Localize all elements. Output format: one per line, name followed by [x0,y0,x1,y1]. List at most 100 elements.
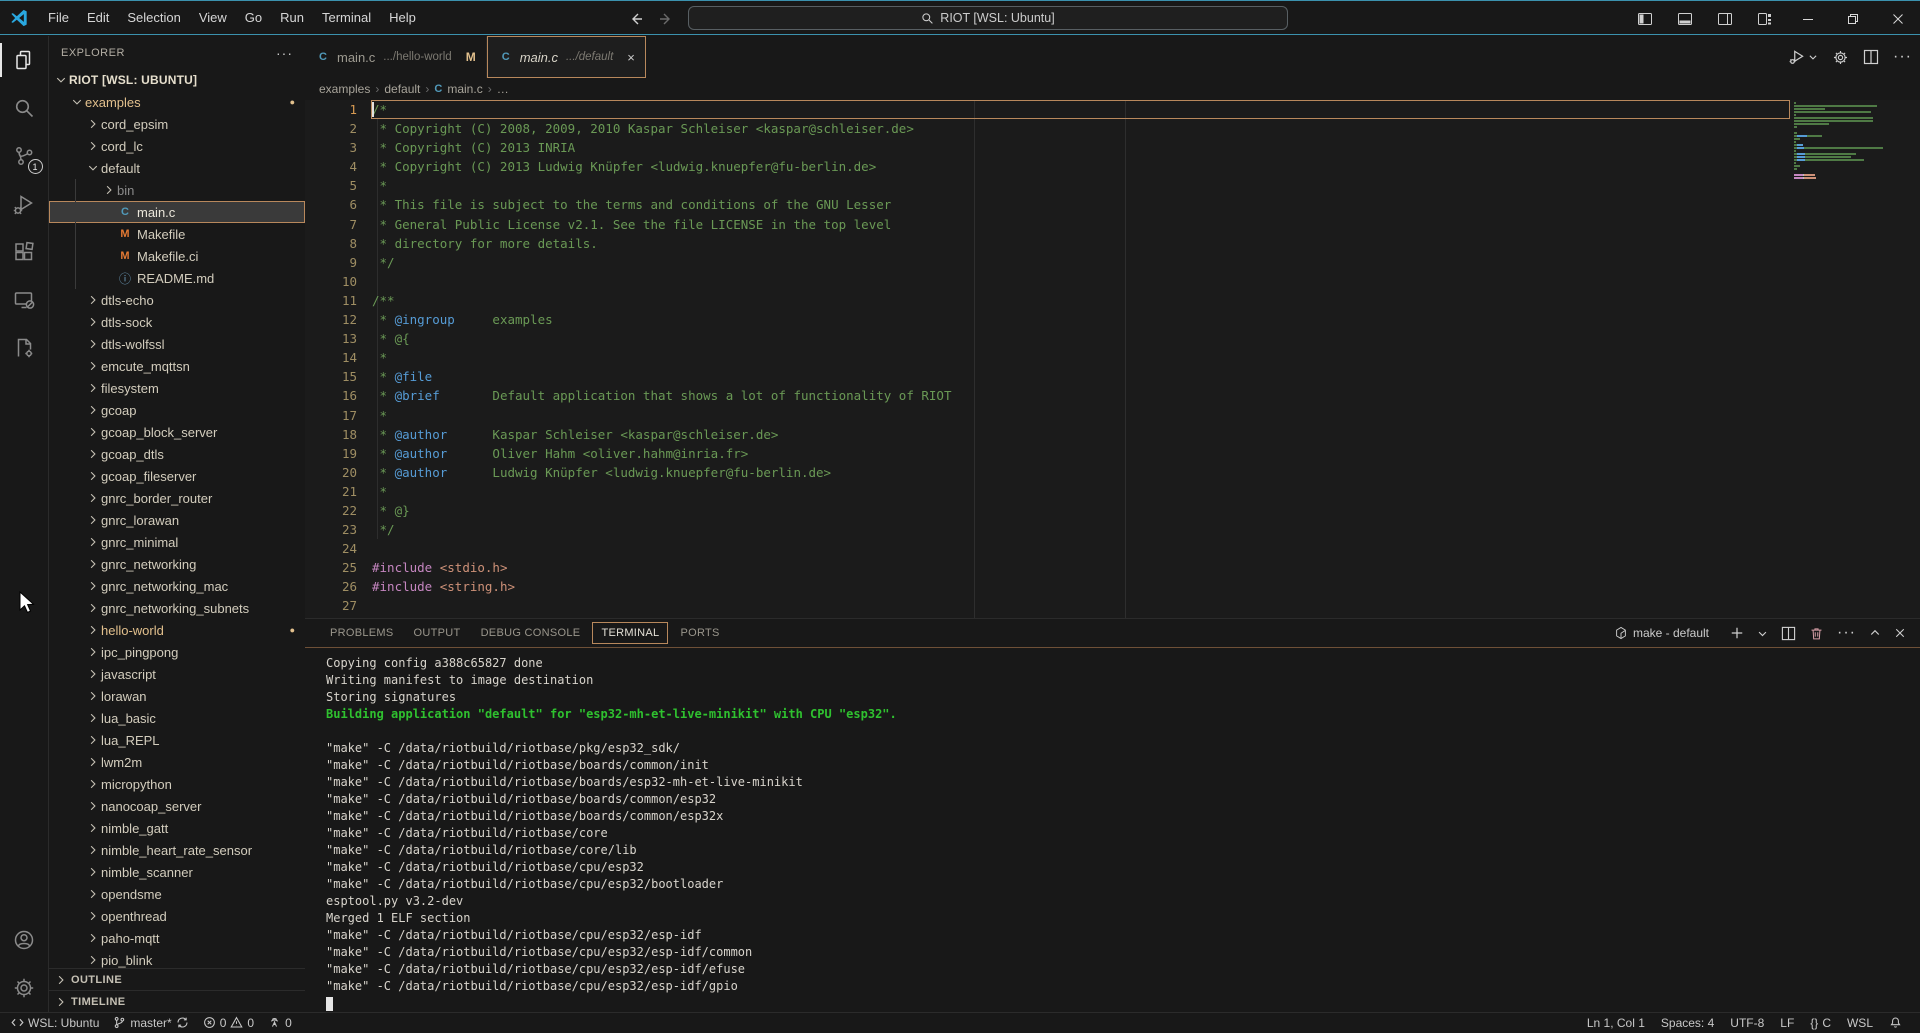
panel-tab-output[interactable]: OUTPUT [406,623,469,643]
activity-search[interactable] [0,84,49,132]
menubar-item-go[interactable]: Go [236,5,271,31]
tree-item-examples[interactable]: examples● [49,91,305,113]
gear-icon[interactable] [1832,49,1849,66]
tree-item-cord_lc[interactable]: cord_lc [49,135,305,157]
activity-settings[interactable] [0,964,49,1012]
problems-status[interactable]: 0 0 [196,1013,261,1033]
breadcrumb-item-default[interactable]: default [384,82,420,96]
indentation-status[interactable]: Spaces: 4 [1653,1013,1722,1033]
remote-indicator[interactable]: WSL: Ubuntu [4,1013,106,1033]
tab-main-c-default[interactable]: C main.c .../default × [487,36,646,78]
tree-item-lorawan[interactable]: lorawan [49,685,305,707]
tree-item-main.c[interactable]: Cmain.c [49,201,305,223]
chevron-down-icon[interactable] [1757,628,1768,639]
activity-run-debug[interactable] [0,180,49,228]
menubar-item-help[interactable]: Help [380,5,425,31]
tree-item-bin[interactable]: bin [49,179,305,201]
panel-tab-terminal[interactable]: TERMINAL [592,622,668,644]
tree-item-gnrc_lorawan[interactable]: gnrc_lorawan [49,509,305,531]
eol-status[interactable]: LF [1772,1013,1802,1033]
window-restore-button[interactable] [1830,1,1875,36]
outline-section-header[interactable]: OUTLINE [49,968,305,990]
cursor-position[interactable]: Ln 1, Col 1 [1579,1013,1653,1033]
timeline-section-header[interactable]: TIMELINE [49,990,305,1012]
tab-main-c-hello-world[interactable]: C main.c .../hello-world M [305,36,487,78]
code-editor[interactable]: 1234567891011121314151617181920212223242… [305,100,1920,618]
tree-item-openthread[interactable]: openthread [49,905,305,927]
panel-more-actions-icon[interactable]: ··· [1837,624,1856,642]
tree-item-hello-world[interactable]: hello-world● [49,619,305,641]
split-terminal-icon[interactable] [1781,626,1796,641]
menubar-item-view[interactable]: View [190,5,236,31]
tree-item-dtls-echo[interactable]: dtls-echo [49,289,305,311]
menubar-item-file[interactable]: File [39,5,78,31]
maximize-panel-icon[interactable] [1869,627,1881,639]
command-center[interactable]: RIOT [WSL: Ubuntu] [688,6,1288,30]
notifications-bell[interactable] [1881,1013,1910,1033]
tree-item-default[interactable]: default [49,157,305,179]
close-panel-icon[interactable] [1894,627,1906,639]
tree-item-gcoap_fileserver[interactable]: gcoap_fileserver [49,465,305,487]
more-actions-icon[interactable]: ··· [1893,48,1912,66]
terminal-instance[interactable]: make - default [1614,626,1709,640]
tree-item-gcoap_block_server[interactable]: gcoap_block_server [49,421,305,443]
tree-item-lwm2m[interactable]: lwm2m [49,751,305,773]
tree-item-RIOT [WSL: UBUNTU][interactable]: RIOT [WSL: UBUNTU] [49,69,305,91]
breadcrumb-item-examples[interactable]: examples [319,82,370,96]
explorer-more-icon[interactable]: ··· [276,45,293,61]
terminal-output[interactable]: Copying config a388c65827 doneWriting ma… [305,649,1920,1012]
tree-item-gcoap_dtls[interactable]: gcoap_dtls [49,443,305,465]
split-editor-icon[interactable] [1863,49,1879,65]
branch-status[interactable]: master* [106,1013,195,1033]
tree-item-dtls-sock[interactable]: dtls-sock [49,311,305,333]
panel-tab-ports[interactable]: PORTS [672,623,727,643]
tree-item-Makefile.ci[interactable]: MMakefile.ci [49,245,305,267]
tree-item-ipc_pingpong[interactable]: ipc_pingpong [49,641,305,663]
menubar-item-edit[interactable]: Edit [78,5,118,31]
tree-item-gnrc_networking[interactable]: gnrc_networking [49,553,305,575]
menubar-item-selection[interactable]: Selection [118,5,189,31]
encoding-status[interactable]: UTF-8 [1722,1013,1772,1033]
kill-terminal-icon[interactable] [1809,626,1824,641]
tree-item-paho-mqtt[interactable]: paho-mqtt [49,927,305,949]
breadcrumb-item--[interactable]: … [497,82,509,96]
new-terminal-icon[interactable] [1730,626,1744,640]
tree-item-lua_basic[interactable]: lua_basic [49,707,305,729]
toggle-secondary-sidebar-icon[interactable] [1705,1,1745,36]
tree-item-nimble_gatt[interactable]: nimble_gatt [49,817,305,839]
breadcrumb-item-main-c[interactable]: Cmain.c [434,82,482,96]
tree-item-README.md[interactable]: ⓘREADME.md [49,267,305,289]
nav-forward-icon[interactable] [658,11,674,27]
customize-layout-icon[interactable] [1745,1,1785,36]
activity-remote-explorer[interactable] [0,276,49,324]
close-tab-icon[interactable]: × [627,50,635,65]
window-minimize-button[interactable] [1785,1,1830,36]
tree-item-gnrc_networking_mac[interactable]: gnrc_networking_mac [49,575,305,597]
tree-item-gnrc_minimal[interactable]: gnrc_minimal [49,531,305,553]
tree-item-filesystem[interactable]: filesystem [49,377,305,399]
tree-item-nanocoap_server[interactable]: nanocoap_server [49,795,305,817]
window-close-button[interactable] [1875,1,1920,36]
tree-item-lua_REPL[interactable]: lua_REPL [49,729,305,751]
nav-back-icon[interactable] [628,11,644,27]
menubar-item-run[interactable]: Run [271,5,313,31]
activity-extensions[interactable] [0,228,49,276]
activity-file-settings[interactable] [0,324,49,372]
tree-item-emcute_mqttsn[interactable]: emcute_mqttsn [49,355,305,377]
panel-tab-debug-console[interactable]: DEBUG CONSOLE [473,623,589,643]
tree-item-cord_epsim[interactable]: cord_epsim [49,113,305,135]
wsl-context[interactable]: WSL [1839,1013,1881,1033]
minimap[interactable] [1794,102,1894,183]
tree-item-gcoap[interactable]: gcoap [49,399,305,421]
run-or-debug-button[interactable] [1788,48,1818,66]
tree-item-Makefile[interactable]: MMakefile [49,223,305,245]
activity-accounts[interactable] [0,916,49,964]
activity-source-control[interactable]: 1 [0,132,49,180]
tree-item-pio_blink[interactable]: pio_blink [49,949,305,968]
tree-item-javascript[interactable]: javascript [49,663,305,685]
tree-item-dtls-wolfssl[interactable]: dtls-wolfssl [49,333,305,355]
tree-item-gnrc_networking_subnets[interactable]: gnrc_networking_subnets [49,597,305,619]
toggle-panel-icon[interactable] [1665,1,1705,36]
tree-item-gnrc_border_router[interactable]: gnrc_border_router [49,487,305,509]
tree-item-micropython[interactable]: micropython [49,773,305,795]
